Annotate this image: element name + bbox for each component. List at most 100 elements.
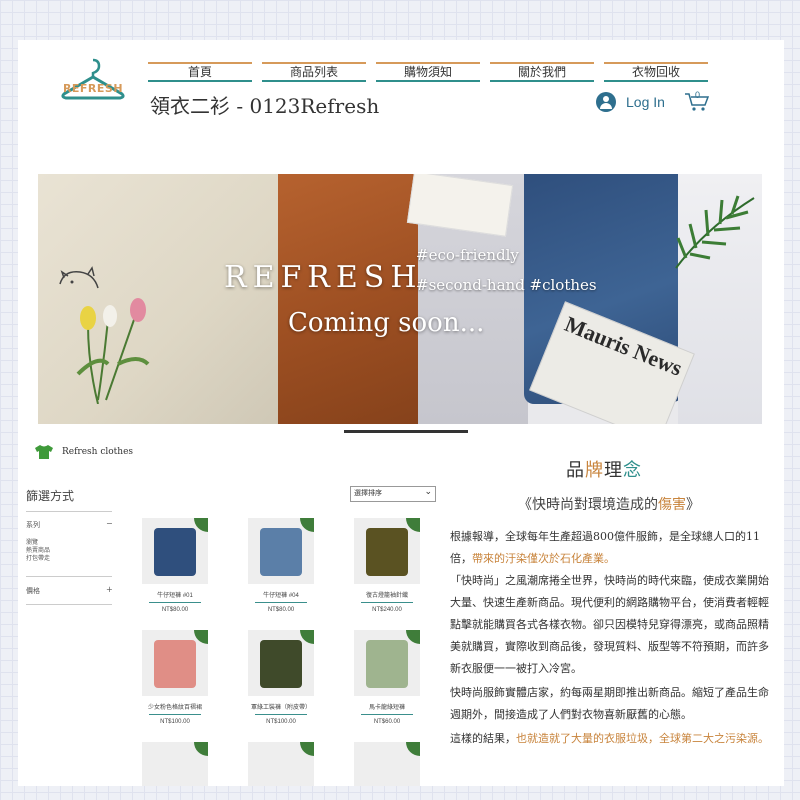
shop-brand-label: Refresh clothes <box>62 447 134 457</box>
product-image[interactable] <box>142 518 208 584</box>
cart-count: 0 <box>695 90 701 100</box>
product-garment <box>154 528 196 576</box>
product-garment <box>154 640 196 688</box>
plant-icon <box>406 630 420 644</box>
product-name[interactable]: 牛仔短褲 #01 <box>142 590 208 599</box>
plant-icon <box>300 630 314 644</box>
product-card[interactable] <box>142 742 208 786</box>
filter-title: 篩選方式 <box>26 489 75 503</box>
philosophy-title-part: 品 <box>566 460 585 481</box>
palm-leaf-icon <box>675 195 755 269</box>
plant-icon <box>300 742 314 756</box>
philosophy-line: 新衣服便一一被打入冷宮。 <box>450 662 582 675</box>
line-highlight: 也就造就了大量的衣服垃圾，全球第二大之污染源。 <box>516 732 769 745</box>
philosophy-line: 快時尚服飾實體店家，約每兩星期即推出新商品。縮短了產品生命 <box>450 686 769 699</box>
login-button[interactable]: Log In <box>596 92 665 112</box>
product-image[interactable] <box>248 742 314 786</box>
product-price: NT$80.00 <box>161 607 189 613</box>
product-price: NT$100.00 <box>160 719 190 725</box>
filter-divider <box>26 511 112 512</box>
subtitle-prefix: 《快時尚對環境造成的 <box>518 497 658 513</box>
plant-icon <box>300 518 314 532</box>
product-card[interactable]: 復古燈籠袖針織 NT$240.00 <box>354 518 420 613</box>
hero-slider-indicator[interactable] <box>344 430 468 433</box>
philosophy-line: 週期外，間接造成了人們對衣物喜新厭舊的心態。 <box>450 708 692 721</box>
product-image[interactable] <box>248 630 314 696</box>
product-price: NT$60.00 <box>373 719 401 725</box>
product-image[interactable] <box>354 630 420 696</box>
expand-icon[interactable]: + <box>106 585 113 594</box>
cart-button[interactable]: 0 <box>684 90 710 112</box>
product-image[interactable] <box>354 518 420 584</box>
philosophy-line: 這樣的結果，也就造就了大量的衣服垃圾，全球第二大之污染源。 <box>450 730 769 746</box>
product-divider <box>255 602 307 603</box>
philosophy-line: 點擊就能購買各式各樣衣物。卻只因模特兒穿得漂亮，或商品照精 <box>450 618 769 631</box>
product-name[interactable]: 軍綠工裝褲（附皮帶） <box>248 702 314 711</box>
hero-title: REFRESH <box>224 260 423 295</box>
hero-tag-secondhand: #second-hand #clothes <box>416 276 597 294</box>
product-garment <box>260 640 302 688</box>
philosophy-line: 美就購買，實際收到商品後，發現質料、版型等不符預期，而許多 <box>450 640 769 653</box>
shop-brand: Refresh clothes <box>34 444 133 460</box>
hero-subtitle: Coming soon... <box>288 308 485 338</box>
product-image[interactable] <box>142 742 208 786</box>
philosophy-title: 品牌理念 <box>566 456 642 482</box>
philosophy-title-accent: 牌 <box>585 460 604 481</box>
product-name[interactable]: 復古燈籠袖針織 <box>354 590 420 599</box>
product-image[interactable] <box>354 742 420 786</box>
product-garment <box>366 640 408 688</box>
product-garment <box>366 528 408 576</box>
product-image[interactable] <box>248 518 314 584</box>
plant-icon <box>194 742 208 756</box>
user-icon <box>596 92 616 112</box>
hero-tag-eco: #eco-friendly <box>416 246 519 264</box>
product-name[interactable]: 少女粉色格紋百褶裙 <box>142 702 208 711</box>
refresh-logo[interactable]: REFRESH <box>58 54 128 116</box>
product-divider <box>149 714 201 715</box>
nav-products[interactable]: 商品列表 <box>262 62 366 82</box>
collapse-icon[interactable]: − <box>106 519 113 528</box>
product-card[interactable]: 軍綠工裝褲（附皮帶） NT$100.00 <box>248 630 314 725</box>
product-card[interactable]: 牛仔短褲 #04 NT$80.00 <box>248 518 314 613</box>
product-price: NT$80.00 <box>267 607 295 613</box>
site-title: 領衣二衫 - 0123Refresh <box>150 94 380 118</box>
philosophy-line: 大量、快速生產新商品。現代便利的網路購物平台，使消費者輕輕 <box>450 596 769 609</box>
nav-home[interactable]: 首頁 <box>148 62 252 82</box>
line-text: 這樣的結果， <box>450 732 516 745</box>
philosophy-line: 倍，帶來的汙染僅次於石化產業。 <box>450 550 615 566</box>
main-nav: 首頁 商品列表 購物須知 關於我們 衣物回收 <box>148 62 718 82</box>
product-divider <box>149 602 201 603</box>
logo-text: REFRESH <box>63 82 123 95</box>
philosophy-line: 根據報導，全球每年生產超過800億件服飾，是全球總人口的11 <box>450 530 760 543</box>
product-divider <box>255 714 307 715</box>
tulip-icon <box>76 298 150 404</box>
product-price: NT$100.00 <box>266 719 296 725</box>
nav-about[interactable]: 關於我們 <box>490 62 594 82</box>
filter-option[interactable]: 打包帶走 <box>26 553 50 562</box>
product-card[interactable]: 少女粉色格紋百褶裙 NT$100.00 <box>142 630 208 725</box>
filter-group-series[interactable]: 系列 <box>26 520 40 530</box>
product-card[interactable]: 牛仔短褲 #01 NT$80.00 <box>142 518 208 613</box>
subtitle-highlight: 傷害 <box>658 497 686 513</box>
subtitle-suffix: 》 <box>686 497 700 513</box>
product-divider <box>361 602 413 603</box>
plant-icon <box>194 518 208 532</box>
product-card[interactable]: 馬卡龍綠短褲 NT$60.00 <box>354 630 420 725</box>
login-label: Log In <box>626 94 665 110</box>
product-name[interactable]: 牛仔短褲 #04 <box>248 590 314 599</box>
product-card[interactable] <box>354 742 420 786</box>
philosophy-line: 「快時尚」之風潮席捲全世界，快時尚的時代來臨，使成衣業開始 <box>450 574 769 587</box>
nav-shopping-info[interactable]: 購物須知 <box>376 62 480 82</box>
filter-group-price[interactable]: 價格 <box>26 586 40 596</box>
nav-recycle[interactable]: 衣物回收 <box>604 62 708 82</box>
philosophy-title-accent: 念 <box>623 460 642 481</box>
product-image[interactable] <box>142 630 208 696</box>
product-garment <box>260 528 302 576</box>
product-name[interactable]: 馬卡龍綠短褲 <box>354 702 420 711</box>
filter-divider <box>26 604 112 605</box>
sort-select[interactable]: 選擇排序 <box>350 484 436 502</box>
plant-icon <box>406 518 420 532</box>
product-price: NT$240.00 <box>372 607 402 613</box>
hero-orange-top <box>278 174 418 424</box>
product-card[interactable] <box>248 742 314 786</box>
